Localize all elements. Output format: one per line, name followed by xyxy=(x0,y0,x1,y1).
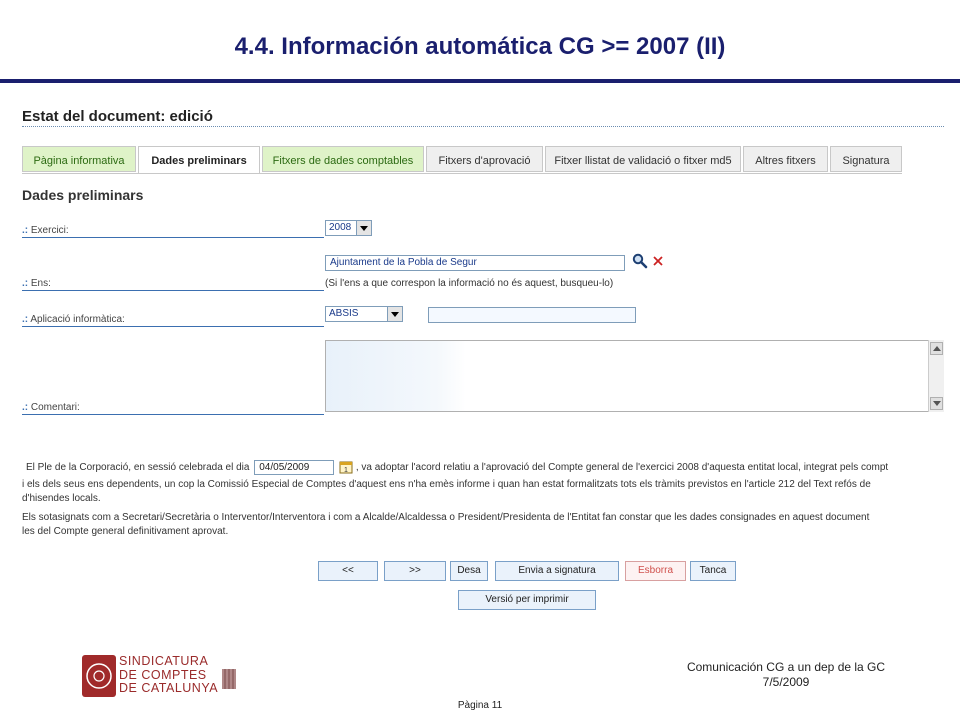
section-title: Dades preliminars xyxy=(22,187,144,203)
ens-value: Ajuntament de la Pobla de Segur xyxy=(330,257,477,268)
exercici-select[interactable]: 2008 xyxy=(325,220,372,236)
footer-caption: Comunicación CG a un dep de la GC 7/5/20… xyxy=(676,660,896,690)
signatories-line-1: Els sotasignats com a Secretari/Secretàr… xyxy=(22,512,870,523)
tab-fitxers-dades-comptables[interactable]: Fitxers de dades comptables xyxy=(262,146,424,172)
aplicacio-extra-field[interactable] xyxy=(428,307,636,323)
comentari-scrollbar[interactable] xyxy=(928,340,944,412)
approval-date-value: 04/05/2009 xyxy=(259,462,310,473)
declaration-text-start: El Ple de la Corporació, en sessió celeb… xyxy=(26,462,250,474)
chevron-down-icon[interactable] xyxy=(356,221,371,235)
chevron-down-icon[interactable] xyxy=(387,307,402,321)
sindicatura-logo: SINDICATURA DE COMPTES DE CATALUNYA xyxy=(82,654,237,697)
declaration-line-3: d'hisendes locals. xyxy=(22,493,101,504)
aplicacio-label: .: Aplicació informàtica: xyxy=(22,314,324,327)
declaration-text-continue: , va adoptar l'acord relatiu a l'aprovac… xyxy=(355,462,889,474)
footer-caption-date: 7/5/2009 xyxy=(762,675,810,689)
tab-dades-preliminars[interactable]: Dades preliminars xyxy=(138,146,260,174)
document-status-heading: Estat del document: edició xyxy=(22,108,213,125)
search-icon[interactable] xyxy=(632,253,648,269)
save-button[interactable]: Desa xyxy=(450,561,488,581)
declaration-line-2: i els dels seus ens dependents, un cop l… xyxy=(22,479,871,490)
tab-fitxers-aprovacio[interactable]: Fitxers d'aprovació xyxy=(426,146,543,172)
status-divider xyxy=(22,126,944,127)
scroll-up-icon[interactable] xyxy=(930,342,943,355)
label-prefix: .: xyxy=(22,402,29,413)
title-divider xyxy=(0,79,960,83)
tab-altres-fitxers[interactable]: Altres fitxers xyxy=(743,146,828,172)
approval-date-field[interactable]: 04/05/2009 xyxy=(254,460,335,475)
footer-caption-title: Comunicación CG a un dep de la GC xyxy=(686,660,886,674)
declaration-paragraph: El Ple de la Corporació, en sessió celeb… xyxy=(22,460,944,475)
aplicacio-select[interactable]: ABSIS xyxy=(325,306,403,322)
ens-hint: (Si l'ens a que correspon la informació … xyxy=(325,278,614,289)
label-prefix: .: xyxy=(22,278,29,289)
tab-signatura[interactable]: Signatura xyxy=(830,146,902,172)
page-number: Pàgina 11 xyxy=(457,700,503,711)
tab-fitxer-llistat-validacio[interactable]: Fitxer llistat de validació o fitxer md5 xyxy=(545,146,741,172)
next-button[interactable]: >> xyxy=(384,561,446,581)
logo-line-1: SINDICATURA xyxy=(119,654,209,668)
svg-text:1: 1 xyxy=(344,467,348,474)
comentari-label: .: Comentari: xyxy=(22,402,324,415)
close-button[interactable]: Tanca xyxy=(690,561,736,581)
ens-label-text: Ens: xyxy=(30,278,51,289)
tab-bar: Pàgina informativa Dades preliminars Fit… xyxy=(22,146,902,174)
signatories-line-2: les del Compte general definitivament ap… xyxy=(22,526,229,537)
scroll-down-icon[interactable] xyxy=(930,397,943,410)
previous-button[interactable]: << xyxy=(318,561,378,581)
exercici-value: 2008 xyxy=(329,222,352,233)
label-prefix: .: xyxy=(22,314,29,325)
ens-field[interactable]: Ajuntament de la Pobla de Segur xyxy=(325,255,625,271)
logo-line-3: DE CATALUNYA xyxy=(119,681,219,695)
comentari-textarea[interactable] xyxy=(325,340,944,412)
delete-button[interactable]: Esborra xyxy=(625,561,686,581)
send-to-signature-button[interactable]: Envia a signatura xyxy=(495,561,619,581)
label-prefix: .: xyxy=(22,225,29,236)
logo-line-2: DE COMPTES xyxy=(119,667,207,682)
exercici-label-text: Exercici: xyxy=(30,225,69,236)
ens-label: .: Ens: xyxy=(22,278,324,291)
slide-title: 4.4. Información automática CG >= 2007 (… xyxy=(234,33,726,60)
clear-icon[interactable] xyxy=(652,255,664,267)
aplicacio-label-text: Aplicació informàtica: xyxy=(30,314,125,325)
aplicacio-value: ABSIS xyxy=(329,308,359,319)
tab-baseline xyxy=(22,173,902,174)
comentari-label-text: Comentari: xyxy=(30,402,80,413)
exercici-label: .: Exercici: xyxy=(22,225,324,238)
calendar-icon[interactable]: 1 xyxy=(339,460,353,474)
print-version-button[interactable]: Versió per imprimir xyxy=(458,590,596,610)
tab-pagina-informativa[interactable]: Pàgina informativa xyxy=(22,146,136,172)
